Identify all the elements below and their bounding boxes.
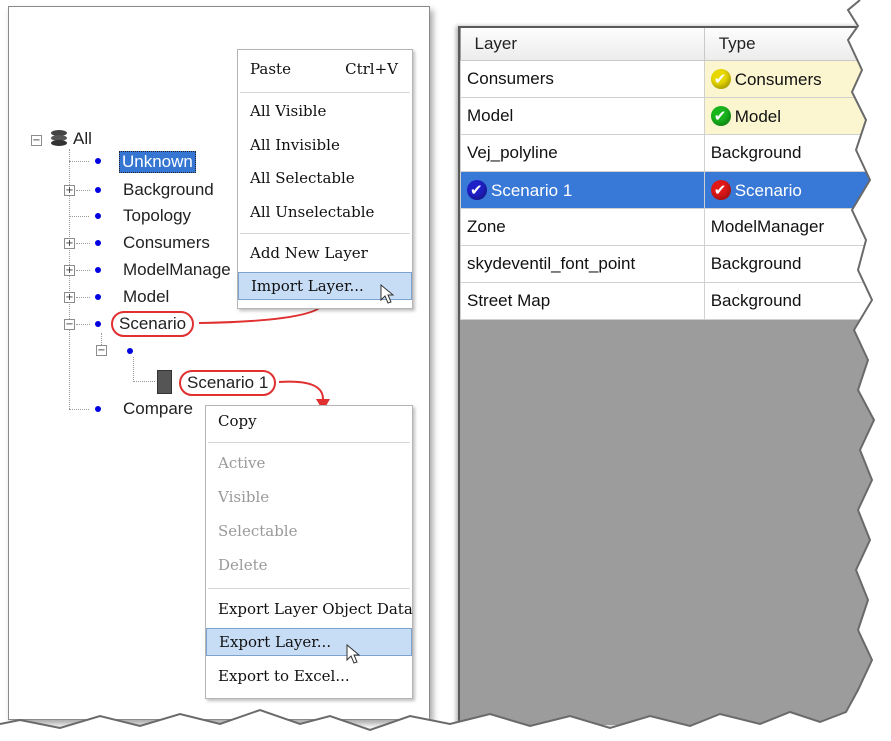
menu-item-all-invisible[interactable]: All Invisible — [238, 132, 412, 158]
menu-item-export-layer[interactable]: Export Layer... — [206, 628, 412, 656]
scenario-layer-icon — [157, 370, 172, 394]
layer-tree-panel: − All Unknown + Background Topology + Co… — [8, 6, 430, 720]
menu-separator — [240, 233, 410, 234]
check-ball-icon — [710, 179, 731, 200]
layer-cell[interactable]: Street Map — [460, 282, 705, 320]
column-header-type[interactable]: Type — [704, 28, 891, 61]
root-collapse-icon[interactable]: − — [31, 135, 42, 146]
menu-item-export-to-excel[interactable]: Export to Excel... — [206, 663, 412, 689]
type-cell[interactable]: Background — [703, 282, 891, 320]
expand-icon[interactable]: + — [64, 185, 75, 196]
type-cell[interactable]: Scenario — [703, 171, 891, 209]
menu-item-add-new-layer[interactable]: Add New Layer — [238, 240, 412, 266]
layer-grid: Layer Type Consumers Consumers Model Mod… — [460, 28, 891, 320]
tree-node-background[interactable]: Background — [123, 180, 214, 200]
menu-item-visible: Visible — [218, 488, 270, 506]
bullet-icon — [95, 158, 101, 164]
tree-node-scenario[interactable]: Scenario — [111, 311, 195, 337]
mouse-cursor-icon — [380, 283, 395, 304]
tree-connector — [69, 409, 89, 410]
table-row[interactable]: Model Model — [460, 97, 891, 135]
menu-item-all-unselectable[interactable]: All Unselectable — [238, 199, 412, 225]
menu-item-label: Paste — [250, 60, 291, 78]
bullet-icon — [95, 294, 101, 300]
bullet-icon — [95, 267, 101, 273]
layer-cell[interactable]: Consumers — [460, 60, 705, 98]
bullet-icon — [95, 187, 101, 193]
layers-stack-icon — [49, 129, 69, 149]
tree-connector — [76, 270, 90, 271]
tree-connector — [69, 216, 89, 217]
bullet-icon — [95, 213, 101, 219]
table-row[interactable]: Street Map Background — [460, 282, 891, 320]
bullet-icon — [95, 321, 101, 327]
collapse-icon[interactable]: − — [96, 345, 107, 356]
menu-item-delete: Delete — [218, 556, 268, 574]
layer-cell[interactable]: Zone — [460, 208, 705, 246]
type-label: Scenario — [734, 180, 802, 200]
menu-separator — [208, 442, 410, 443]
menu-item-paste[interactable]: Paste Ctrl+V — [238, 56, 412, 82]
tree-connector — [133, 357, 134, 382]
layer-grid-panel: Layer Type Consumers Consumers Model Mod… — [458, 26, 891, 725]
tree-connector — [76, 297, 90, 298]
column-header-layer[interactable]: Layer — [460, 28, 705, 61]
menu-separator — [240, 92, 410, 93]
menu-item-selectable: Selectable — [218, 522, 298, 540]
bullet-icon — [95, 406, 101, 412]
layer-cell[interactable]: Vej_polyline — [460, 134, 705, 172]
check-ball-icon — [710, 68, 731, 89]
tree-connector — [133, 381, 155, 382]
menu-item-all-selectable[interactable]: All Selectable — [238, 165, 412, 191]
table-row[interactable]: Zone ModelManager — [460, 208, 891, 246]
table-row-selected[interactable]: Scenario 1 Scenario — [460, 171, 891, 209]
tree-connector — [69, 161, 89, 162]
collapse-icon[interactable]: − — [64, 319, 75, 330]
bullet-icon — [127, 348, 133, 354]
tree-node-compare[interactable]: Compare — [123, 399, 193, 419]
expand-icon[interactable]: + — [64, 238, 75, 249]
layer-cell[interactable]: Model — [460, 97, 705, 135]
scenario-context-menu: Copy Active Visible Selectable Delete Ex… — [205, 405, 413, 699]
tree-connector — [76, 243, 90, 244]
table-row[interactable]: skydeventil_font_point Background — [460, 245, 891, 283]
layer-context-menu: Paste Ctrl+V All Visible All Invisible A… — [237, 49, 413, 309]
tree-node-modelmanager[interactable]: ModelManage — [123, 260, 231, 280]
tree-node-scenario-1[interactable]: Scenario 1 — [179, 370, 277, 396]
tree-node-topology[interactable]: Topology — [123, 206, 191, 226]
type-cell[interactable]: ModelManager — [703, 208, 891, 246]
table-row[interactable]: Vej_polyline Background — [460, 134, 891, 172]
layer-cell[interactable]: Scenario 1 — [460, 171, 705, 209]
expand-icon[interactable]: + — [64, 265, 75, 276]
menu-item-active: Active — [218, 454, 266, 472]
type-label: Model — [734, 106, 782, 126]
type-cell[interactable]: Model — [703, 97, 891, 135]
tree-connector — [76, 190, 90, 191]
table-row[interactable]: Consumers Consumers — [460, 60, 891, 98]
bullet-icon — [95, 240, 101, 246]
layer-cell[interactable]: skydeventil_font_point — [460, 245, 705, 283]
mouse-cursor-icon — [346, 643, 361, 664]
check-ball-icon — [710, 105, 731, 126]
type-label: Consumers — [734, 69, 822, 89]
menu-item-export-layer-object-data[interactable]: Export Layer Object Data — [206, 596, 413, 622]
menu-separator — [208, 588, 410, 589]
tree-node-model[interactable]: Model — [123, 287, 169, 307]
menu-item-all-visible[interactable]: All Visible — [238, 98, 412, 124]
type-cell[interactable]: Background — [703, 134, 891, 172]
shortcut-label: Ctrl+V — [345, 60, 398, 78]
menu-item-copy[interactable]: Copy — [206, 408, 412, 434]
tree-connector — [76, 324, 90, 325]
expand-icon[interactable]: + — [64, 292, 75, 303]
check-ball-icon — [467, 179, 487, 200]
type-cell[interactable]: Consumers — [703, 60, 891, 98]
type-cell[interactable]: Background — [703, 245, 891, 283]
tree-root-label[interactable]: All — [73, 129, 92, 149]
tree-node-unknown[interactable]: Unknown — [119, 151, 196, 173]
layer-label: Scenario 1 — [491, 180, 573, 200]
tree-node-consumers[interactable]: Consumers — [123, 233, 210, 253]
